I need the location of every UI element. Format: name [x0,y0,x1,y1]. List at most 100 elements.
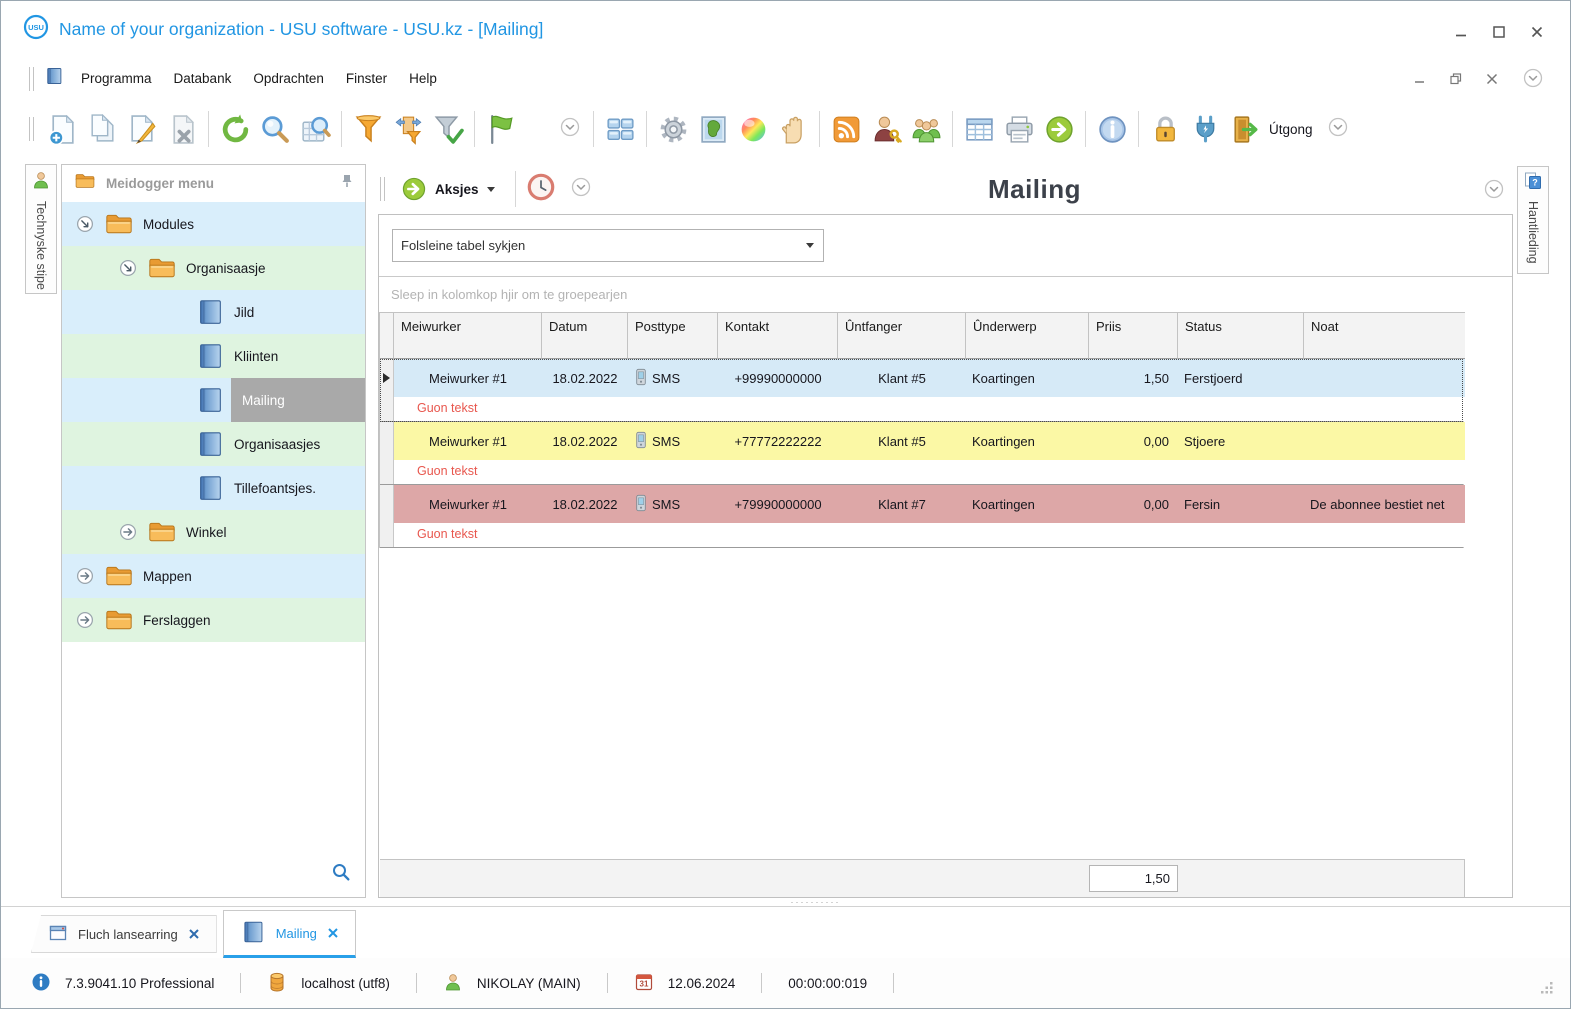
toolbar-overflow-chevron-icon[interactable] [1327,116,1349,143]
tree-item-organisaasjes[interactable]: Organisaasjes [62,422,365,466]
column-header-underwerp[interactable]: Ûnderwerp [966,312,1089,359]
expand-node-icon[interactable] [119,523,138,542]
table-search-input[interactable]: Folsleine tabel sykjen [392,229,824,262]
column-header-priis[interactable]: Priis [1089,312,1178,359]
settings-gear-icon[interactable] [653,108,693,150]
tree-item-mailing-selected[interactable]: Mailing [62,378,365,422]
tree-item-organisaasje[interactable]: Organisaasje [62,246,365,290]
search-icon[interactable] [255,108,295,150]
tree-item-tillefoantsjes[interactable]: Tillefoantsjes. [62,466,365,510]
pin-icon[interactable] [339,173,355,194]
groupby-hint[interactable]: Sleep in kolomkop hjir om te groepearjen [379,276,1512,312]
actions-button[interactable]: Aksjes [393,172,505,206]
tree-item-mappen[interactable]: Mappen [62,554,365,598]
filter-columns-icon[interactable] [388,108,428,150]
scheduler-clock-icon[interactable] [526,172,556,207]
tree-item-winkel[interactable]: Winkel [62,510,365,554]
resize-grip[interactable] [1540,981,1554,998]
menu-programma[interactable]: Programma [70,65,163,92]
menubar-grip[interactable] [29,67,34,91]
lock-icon[interactable] [1145,108,1185,150]
edit-record-icon[interactable] [122,108,162,150]
menu-opdrachten[interactable]: Opdrachten [242,65,335,92]
tab-manual[interactable]: ? Hantlieding [1517,166,1549,274]
cards-view-icon[interactable] [600,108,640,150]
cell-priis: 1,50 [1089,371,1178,386]
tab-close-icon[interactable] [188,928,200,940]
mdi-minimize-button[interactable] [1414,72,1426,90]
tab-close-icon[interactable] [327,927,339,939]
tree-item-jild[interactable]: Jild [62,290,365,334]
phone-icon [635,494,647,515]
user-permissions-icon[interactable] [866,108,906,150]
search-table-icon[interactable] [295,108,335,150]
menubar-overflow-chevron-icon[interactable] [1522,67,1544,94]
copy-record-icon[interactable] [82,108,122,150]
workspace: Technyske stipe Meidogger menu Modules O… [1,158,1570,901]
column-header-status[interactable]: Status [1178,312,1304,359]
expand-node-icon[interactable] [76,611,95,630]
row-note: Guon tekst [394,397,1465,421]
refresh-icon[interactable] [215,108,255,150]
colors-icon[interactable] [733,108,773,150]
collapse-node-icon[interactable] [76,215,95,234]
column-header-meiwurker[interactable]: Meiwurker [394,312,542,359]
column-header-posttype[interactable]: Posttype [628,312,718,359]
mdi-restore-button[interactable] [1450,72,1462,90]
table-row[interactable]: Meiwurker #1 18.02.2022 SMS +79990000000… [380,485,1463,548]
tree-item-modules[interactable]: Modules [62,202,365,246]
cell-kontakt: +79990000000 [718,497,838,512]
toolbar-chevron-icon[interactable] [559,116,581,143]
tree-search-icon[interactable] [331,862,351,887]
collapse-node-icon[interactable] [119,259,138,278]
table-view-icon[interactable] [959,108,999,150]
new-record-icon[interactable] [42,108,82,150]
menu-help[interactable]: Help [398,65,448,92]
menu-databank[interactable]: Databank [163,65,243,92]
column-header-kontakt[interactable]: Kontakt [718,312,838,359]
expand-node-icon[interactable] [76,567,95,586]
tree-item-ferslaggen[interactable]: Ferslaggen [62,598,365,642]
exit-label[interactable]: Útgong [1269,122,1313,137]
column-header-untfanger[interactable]: Ûntfanger [838,312,966,359]
go-next-icon[interactable] [1039,108,1079,150]
search-dropdown-button[interactable] [797,230,823,261]
panel-right-chevron-icon[interactable] [1483,178,1505,205]
tab-quick-launch[interactable]: Fluch lansearring [31,915,217,953]
minimize-button[interactable] [1454,25,1468,39]
table-container: Folsleine tabel sykjen Sleep in kolomkop… [378,214,1513,898]
tab-technical-support[interactable]: Technyske stipe [25,164,57,294]
menu-finster[interactable]: Finster [335,65,398,92]
person-icon [31,170,51,195]
bottom-tab-strip: Fluch lansearring Mailing [1,906,1570,958]
delete-record-icon[interactable] [162,108,202,150]
close-button[interactable] [1530,25,1544,39]
usu-logo-icon: USU [23,14,49,45]
book-icon [195,341,225,371]
exit-door-icon[interactable] [1225,108,1265,150]
tree-header-title: Meidogger menu [106,176,339,191]
menu-bar: Programma Databank Opdrachten Finster He… [1,57,1570,100]
tab-mailing-active[interactable]: Mailing [223,910,356,958]
pan-hand-icon[interactable] [773,108,813,150]
panel-grip[interactable] [380,177,385,201]
database-text: localhost (utf8) [301,976,390,991]
print-icon[interactable] [999,108,1039,150]
tree-item-kliinten[interactable]: Kliinten [62,334,365,378]
table-row[interactable]: Meiwurker #1 18.02.2022 SMS +99990000000… [380,359,1463,422]
plug-icon[interactable] [1185,108,1225,150]
rss-icon[interactable] [826,108,866,150]
table-row[interactable]: Meiwurker #1 18.02.2022 SMS +77772222222… [380,422,1463,485]
info-icon[interactable] [1092,108,1132,150]
filter-icon[interactable] [348,108,388,150]
toolbar-grip[interactable] [29,117,34,141]
column-header-noat[interactable]: Noat [1304,312,1465,359]
map-icon[interactable] [693,108,733,150]
maximize-button[interactable] [1492,25,1506,39]
column-header-datum[interactable]: Datum [542,312,628,359]
filter-check-icon[interactable] [428,108,468,150]
status-info-icon[interactable] [31,972,51,995]
flag-icon[interactable] [481,108,521,150]
mdi-close-button[interactable] [1486,72,1498,90]
users-group-icon[interactable] [906,108,946,150]
